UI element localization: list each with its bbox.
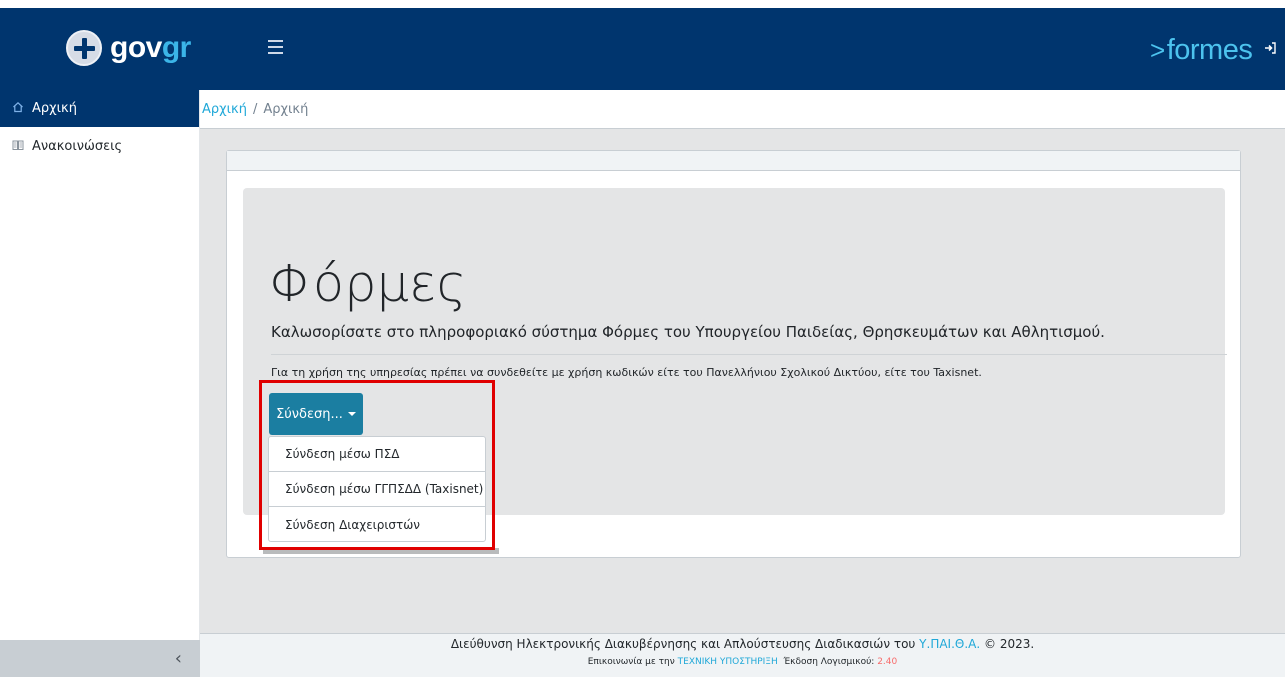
footer-ministry-link[interactable]: Υ.ΠΑΙ.Θ.Α. bbox=[919, 637, 980, 651]
footer: Διεύθυνση Ηλεκτρονικής Διακυβέρνησης και… bbox=[200, 633, 1285, 677]
breadcrumb-separator: / bbox=[252, 101, 258, 117]
app-header: govgr >formes bbox=[0, 8, 1285, 90]
sidebar-item-home[interactable]: Αρχική bbox=[0, 90, 199, 127]
chevron-left-icon: ‹ bbox=[174, 648, 182, 669]
breadcrumb-link-home[interactable]: Αρχική bbox=[202, 102, 247, 117]
govgr-logo-text: govgr bbox=[110, 28, 191, 68]
login-taxisnet-option[interactable]: Σύνδεση μέσω ΓΓΠΣΔΔ (Taxisnet) bbox=[269, 472, 485, 507]
footer-contact-text: Επικοινωνία με την bbox=[587, 657, 678, 667]
footer-version-label: Έκδοση Λογισμικού: bbox=[777, 657, 878, 667]
formes-logo-text: formes bbox=[1166, 34, 1253, 66]
login-button-label: Σύνδεση... bbox=[276, 406, 343, 422]
divider bbox=[271, 354, 1227, 355]
formes-arrow-icon: > bbox=[1150, 35, 1165, 65]
home-icon bbox=[10, 101, 26, 116]
footer-line-1: Διεύθυνση Ηλεκτρονικής Διακυβέρνησης και… bbox=[200, 637, 1285, 651]
sidebar-item-label: Ανακοινώσεις bbox=[32, 139, 123, 154]
logo-gov-text: gov bbox=[110, 31, 162, 64]
footer-copyright: © 2023. bbox=[980, 637, 1035, 651]
sidebar-minimizer-button[interactable]: ‹ bbox=[0, 640, 200, 677]
sidebar-item-label: Αρχική bbox=[32, 101, 77, 116]
card-header bbox=[227, 151, 1240, 171]
footer-version: 2.40 bbox=[877, 657, 898, 667]
hamburger-menu-icon[interactable] bbox=[268, 40, 284, 56]
login-admin-option[interactable]: Σύνδεση Διαχειριστών bbox=[269, 507, 485, 542]
caret-down-icon bbox=[347, 412, 356, 416]
login-psd-option[interactable]: Σύνδεση μέσω ΠΣΔ bbox=[269, 437, 485, 472]
footer-line-2: Επικοινωνία με την ΤΕΧΝΙΚΗ ΥΠΟΣΤΗΡΙΞΗ Έκ… bbox=[200, 657, 1285, 667]
footer-support-link[interactable]: ΤΕΧΝΙΚΗ ΥΠΟΣΤΗΡΙΞΗ bbox=[678, 657, 778, 667]
sidebar: Αρχική Ανακοινώσεις ‹ bbox=[0, 90, 200, 677]
login-dropdown-button[interactable]: Σύνδεση... bbox=[269, 393, 363, 435]
login-dropdown-menu: Σύνδεση μέσω ΠΣΔ Σύνδεση μέσω ΓΓΠΣΔΔ (Ta… bbox=[268, 436, 486, 542]
logo-gr-text: gr bbox=[161, 31, 192, 64]
breadcrumb-current: Αρχική bbox=[263, 101, 309, 117]
govgr-logo[interactable]: govgr bbox=[66, 28, 191, 68]
footer-org-text: Διεύθυνση Ηλεκτρονικής Διακυβέρνησης και… bbox=[450, 637, 920, 651]
main-content: Φόρμες Καλωσορίσατε στο πληροφοριακό σύσ… bbox=[200, 129, 1285, 633]
highlight-shadow bbox=[263, 548, 499, 554]
greek-emblem-icon bbox=[66, 30, 102, 66]
formes-logo: >formes bbox=[1150, 34, 1253, 66]
page-title: Φόρμες bbox=[269, 255, 467, 314]
sidebar-item-announcements[interactable]: Ανακοινώσεις bbox=[0, 127, 199, 171]
sign-in-icon[interactable] bbox=[1264, 42, 1278, 56]
login-instructions: Για τη χρήση της υπηρεσίας πρέπει να συν… bbox=[271, 366, 982, 379]
top-strip bbox=[0, 0, 1285, 8]
welcome-lead: Καλωσορίσατε στο πληροφοριακό σύστημα Φό… bbox=[271, 323, 1105, 341]
breadcrumb: Αρχική / Αρχική bbox=[200, 90, 1285, 129]
book-icon bbox=[10, 139, 26, 154]
